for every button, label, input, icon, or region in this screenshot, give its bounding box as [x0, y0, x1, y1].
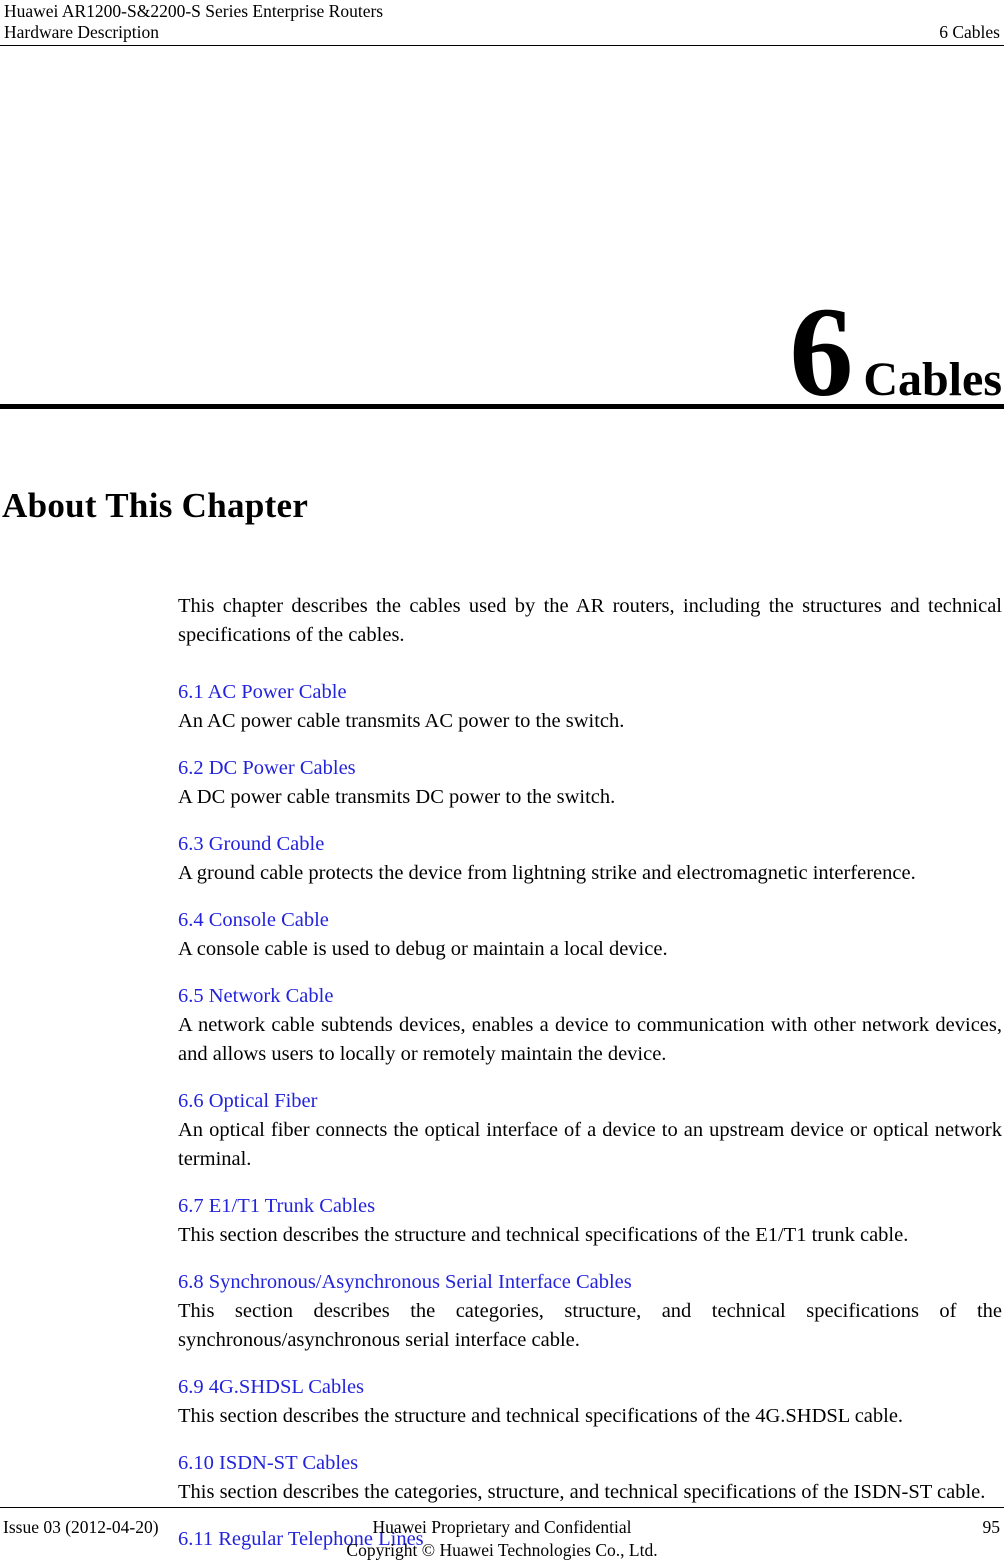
section-description-6-7: This section describes the structure and… [178, 1224, 909, 1246]
chapter-name: Cables [863, 353, 1002, 407]
section-description-6-8: This section describes the categories, s… [178, 1300, 1002, 1351]
section-description-6-2: A DC power cable transmits DC power to t… [178, 786, 616, 808]
section-entry: 6.10 ISDN-ST Cables This section describ… [178, 1449, 1002, 1507]
chapter-content: This chapter describes the cables used b… [178, 592, 1002, 1567]
section-link-6-2[interactable]: 6.2 DC Power Cables [178, 754, 1002, 783]
section-description-6-4: A console cable is used to debug or main… [178, 938, 668, 960]
section-link-6-4[interactable]: 6.4 Console Cable [178, 906, 1002, 935]
chapter-intro-paragraph: This chapter describes the cables used b… [178, 595, 1002, 646]
footer-copyright: Copyright © Huawei Technologies Co., Ltd… [346, 1540, 658, 1560]
section-entry: 6.3 Ground Cable A ground cable protects… [178, 830, 1002, 888]
header-product-line: Huawei AR1200-S&2200-S Series Enterprise… [4, 1, 384, 21]
footer-divider-rule [0, 1507, 1004, 1508]
chapter-title: 6 Cables [789, 281, 1002, 424]
chapter-banner: 6 Cables [0, 255, 1004, 424]
section-link-6-1[interactable]: 6.1 AC Power Cable [178, 678, 1002, 707]
section-link-6-9[interactable]: 6.9 4G.SHDSL Cables [178, 1373, 1002, 1402]
section-link-6-10[interactable]: 6.10 ISDN-ST Cables [178, 1449, 1002, 1478]
section-link-6-3[interactable]: 6.3 Ground Cable [178, 830, 1002, 859]
header-document-title: Hardware Description [4, 22, 160, 42]
page-footer: Issue 03 (2012-04-20) Huawei Proprietary… [0, 1512, 1004, 1567]
section-entry: 6.9 4G.SHDSL Cables This section describ… [178, 1373, 1002, 1431]
section-link-6-6[interactable]: 6.6 Optical Fiber [178, 1087, 1002, 1116]
header-chapter-reference: 6 Cables [939, 22, 1000, 42]
footer-confidentiality: Huawei Proprietary and Confidential [372, 1517, 632, 1537]
section-description-6-3: A ground cable protects the device from … [178, 862, 916, 884]
chapter-divider-rule [0, 404, 1004, 409]
about-this-chapter-heading: About This Chapter [2, 486, 309, 525]
section-link-6-8[interactable]: 6.8 Synchronous/Asynchronous Serial Inte… [178, 1268, 1002, 1297]
footer-page-number: 95 [982, 1517, 1001, 1537]
chapter-number: 6 [789, 281, 853, 424]
section-entry: 6.2 DC Power Cables A DC power cable tra… [178, 754, 1002, 812]
section-entry: 6.8 Synchronous/Asynchronous Serial Inte… [178, 1268, 1002, 1355]
header-divider-rule [0, 45, 1004, 46]
section-description-6-6: An optical fiber connects the optical in… [178, 1119, 1002, 1170]
section-description-6-9: This section describes the structure and… [178, 1405, 904, 1427]
section-entry: 6.6 Optical Fiber An optical fiber conne… [178, 1087, 1002, 1174]
section-link-6-7[interactable]: 6.7 E1/T1 Trunk Cables [178, 1192, 1002, 1221]
section-link-6-5[interactable]: 6.5 Network Cable [178, 982, 1002, 1011]
section-entry: 6.7 E1/T1 Trunk Cables This section desc… [178, 1192, 1002, 1250]
page-header: Huawei AR1200-S&2200-S Series Enterprise… [0, 0, 1004, 46]
section-entry: 6.4 Console Cable A console cable is use… [178, 906, 1002, 964]
document-page: Huawei AR1200-S&2200-S Series Enterprise… [0, 0, 1004, 1567]
section-entry: 6.5 Network Cable A network cable subten… [178, 982, 1002, 1069]
section-description-6-1: An AC power cable transmits AC power to … [178, 710, 625, 732]
section-description-6-10: This section describes the categories, s… [178, 1481, 986, 1503]
section-description-6-5: A network cable subtends devices, enable… [178, 1014, 1002, 1065]
section-entry: 6.1 AC Power Cable An AC power cable tra… [178, 678, 1002, 736]
